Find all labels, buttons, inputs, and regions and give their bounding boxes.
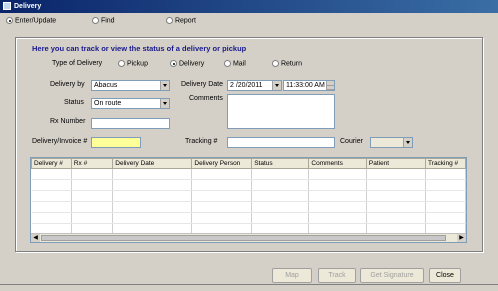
title-bar: Delivery xyxy=(0,0,498,13)
delivery-by-select[interactable]: Abacus xyxy=(91,80,170,91)
type-pickup[interactable]: Pickup xyxy=(118,60,148,67)
window-title: Delivery xyxy=(14,3,42,10)
courier-label: Courier xyxy=(340,138,363,145)
status-label: Status xyxy=(64,99,84,106)
type-of-delivery-label: Type of Delivery xyxy=(52,60,103,67)
radio-icon xyxy=(166,17,173,24)
chevron-down-icon[interactable] xyxy=(272,81,281,90)
type-return[interactable]: Return xyxy=(272,60,302,67)
table-row xyxy=(31,212,466,224)
delivery-by-label: Delivery by xyxy=(50,81,85,88)
type-label: Mail xyxy=(232,60,246,68)
radio-icon xyxy=(6,17,13,24)
mode-enter-update[interactable]: Enter/Update xyxy=(6,17,56,24)
type-delivery[interactable]: Delivery xyxy=(170,60,204,67)
table-row xyxy=(31,179,466,191)
col-status[interactable]: Status xyxy=(251,158,310,169)
chevron-down-icon[interactable] xyxy=(160,81,169,90)
form-heading: Here you can track or view the status of… xyxy=(32,44,247,53)
col-delivery-person[interactable]: Delivery Person xyxy=(191,158,253,169)
mode-label: Find xyxy=(100,17,115,25)
type-label: Pickup xyxy=(126,60,148,68)
time-spinner[interactable] xyxy=(326,81,334,90)
col-delivery-number[interactable]: Delivery # xyxy=(31,158,72,169)
deliveries-grid[interactable]: Delivery # Rx # Delivery Date Delivery P… xyxy=(30,157,467,243)
delivery-by-value: Abacus xyxy=(94,82,118,89)
radio-icon xyxy=(118,60,125,67)
comments-label: Comments xyxy=(189,95,223,102)
delivery-date-label: Delivery Date xyxy=(181,81,224,88)
col-delivery-date[interactable]: Delivery Date xyxy=(112,158,193,169)
map-button[interactable]: Map xyxy=(272,268,312,283)
mode-find[interactable]: Find xyxy=(92,17,115,24)
rx-number-label: Rx Number xyxy=(50,118,86,125)
track-button[interactable]: Track xyxy=(318,268,356,283)
table-row xyxy=(31,201,466,213)
delivery-time-value: 11:33:00 AM xyxy=(286,82,325,89)
col-rx-number[interactable]: Rx # xyxy=(70,158,114,169)
courier-select[interactable] xyxy=(370,137,413,148)
table-row xyxy=(31,190,466,202)
type-mail[interactable]: Mail xyxy=(224,60,246,67)
table-row xyxy=(31,168,466,180)
status-value: On route xyxy=(94,100,122,107)
chevron-down-icon[interactable] xyxy=(160,99,169,108)
delivery-time-input[interactable]: 11:33:00 AM xyxy=(283,80,335,91)
type-label: Delivery xyxy=(178,60,205,68)
tracking-label: Tracking # xyxy=(185,138,218,145)
rx-number-input[interactable] xyxy=(91,118,170,129)
radio-icon xyxy=(170,60,177,67)
invoice-label: Delivery/Invoice # xyxy=(32,138,88,145)
scroll-right-icon[interactable]: ▶ xyxy=(457,234,466,242)
comments-textarea[interactable] xyxy=(227,94,335,129)
mode-label: Report xyxy=(174,17,196,25)
scroll-thumb[interactable] xyxy=(41,235,446,241)
radio-icon xyxy=(92,17,99,24)
horizontal-scrollbar[interactable]: ◀ ▶ xyxy=(31,233,466,242)
scroll-left-icon[interactable]: ◀ xyxy=(31,234,40,242)
get-signature-button[interactable]: Get Signature xyxy=(360,268,424,283)
col-comments[interactable]: Comments xyxy=(308,158,367,169)
mode-label: Enter/Update xyxy=(14,17,57,25)
invoice-input[interactable] xyxy=(91,137,141,148)
radio-icon xyxy=(272,60,279,67)
chevron-down-icon[interactable] xyxy=(403,138,412,147)
close-button[interactable]: Close xyxy=(429,268,461,283)
app-icon xyxy=(3,2,11,10)
col-tracking-number[interactable]: Tracking # xyxy=(425,158,466,169)
status-select[interactable]: On route xyxy=(91,98,170,109)
tracking-input[interactable] xyxy=(227,137,335,148)
delivery-date-picker[interactable]: 2 /20/2011 xyxy=(227,80,282,91)
delivery-date-value: 2 /20/2011 xyxy=(230,82,263,89)
type-label: Return xyxy=(280,60,302,68)
mode-report[interactable]: Report xyxy=(166,17,196,24)
radio-icon xyxy=(224,60,231,67)
col-patient[interactable]: Patient xyxy=(365,158,427,169)
grid-header-row: Delivery # Rx # Delivery Date Delivery P… xyxy=(31,158,466,169)
